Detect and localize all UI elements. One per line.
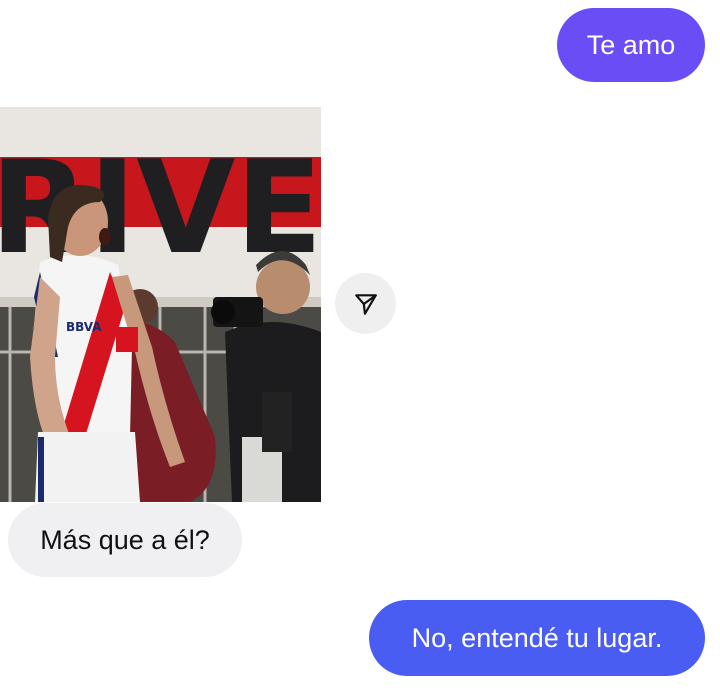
message-bubble-outgoing-1[interactable]: Te amo — [557, 8, 705, 82]
paper-plane-icon — [354, 293, 377, 315]
message-text: Más que a él? — [40, 524, 210, 555]
message-bubble-outgoing-2[interactable]: No, entendé tu lugar. — [369, 600, 705, 676]
message-text: No, entendé tu lugar. — [411, 622, 663, 653]
share-button[interactable] — [335, 273, 396, 334]
shared-photo[interactable]: RIVER — [0, 107, 321, 502]
message-bubble-incoming[interactable]: Más que a él? — [8, 503, 242, 577]
message-text: Te amo — [586, 29, 676, 60]
jersey-text: BBVA — [66, 320, 102, 334]
